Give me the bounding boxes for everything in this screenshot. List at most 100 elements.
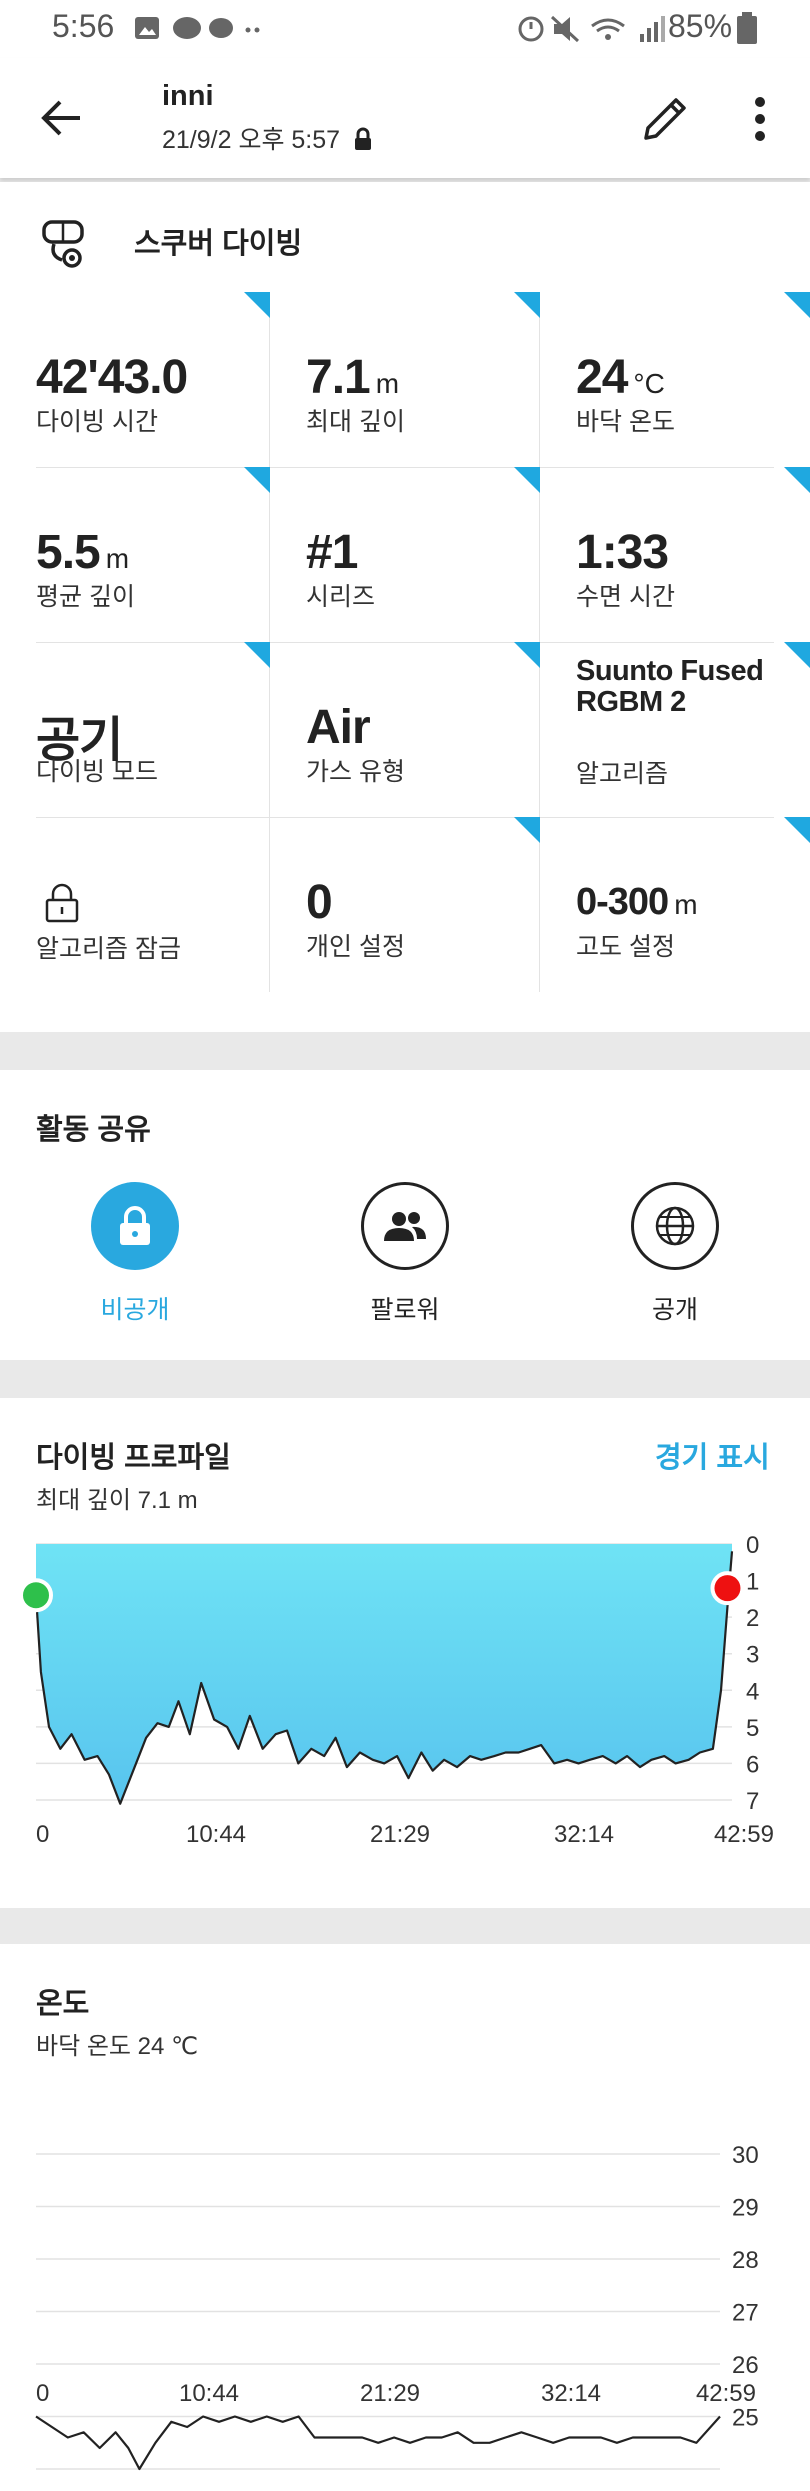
temp-axis-tick: 29 [732, 2195, 759, 2222]
time-axis-tick: 0 [36, 1821, 49, 1848]
stat-label: 평균 깊이 [36, 583, 135, 611]
temperature-subtitle: 바닥 온도 24 ℃ [36, 2033, 198, 2060]
stat-altitude-setting[interactable]: 0-300 m 고도 설정 [540, 817, 810, 992]
depth-axis-tick: 3 [746, 1642, 759, 1669]
profile-subtitle: 최대 깊이 7.1 m [36, 1487, 198, 1514]
stat-dive-mode[interactable]: 공기 다이빙 모드 [0, 642, 270, 817]
stat-value: 42'43.0 [36, 351, 188, 404]
app-bar: inni 21/9/2 오후 5:57 [0, 58, 810, 178]
stat-value: 7.1 m [306, 351, 400, 404]
share-private-circle [91, 1182, 179, 1270]
depth-axis-tick: 4 [746, 1678, 759, 1705]
activity-date: 21/9/2 오후 5:57 [162, 120, 373, 156]
stat-surface-time[interactable]: 1:33 수면 시간 [540, 467, 810, 642]
depth-axis-tick: 2 [746, 1605, 759, 1632]
stat-corner-marker [784, 292, 810, 318]
activity-datetime: 21/9/2 오후 5:57 [162, 126, 341, 154]
share-option-followers[interactable]: 팔로워 [305, 1182, 505, 1326]
stat-max-depth[interactable]: 7.1 m 최대 깊이 [270, 292, 540, 467]
share-option-private[interactable]: 비공개 [35, 1182, 235, 1326]
depth-axis-tick: 1 [746, 1569, 759, 1596]
stats-grid: 42'43.0 다이빙 시간 7.1 m 최대 깊이 24 °C 바닥 온도 5.5… [0, 292, 810, 992]
lock-icon [355, 127, 372, 150]
activity-share-card: 활동 공유 비공개 팔로워 공개 [0, 1070, 810, 1360]
time-axis-tick: 42:59 [714, 1821, 774, 1848]
dive-depth-chart[interactable]: 0 1 2 3 4 5 6 7 0 10:44 21:29 32:14 42:59 [0, 1528, 810, 1868]
stat-value: Suunto Fused RGBM 2 [576, 655, 764, 718]
activity-owner-name: inni [162, 80, 214, 112]
status-time: 5:56 [52, 8, 115, 44]
stat-value: 0 [306, 876, 333, 929]
share-label: 비공개 [100, 1296, 170, 1324]
temp-line [35, 2415, 721, 2471]
stat-value: 5.5 m [36, 526, 130, 579]
stat-value: 0-300 m [576, 881, 698, 923]
scuba-mask-icon [42, 220, 84, 268]
globe-icon [655, 1206, 695, 1246]
stat-corner-marker [514, 817, 540, 843]
time-axis-tick: 32:14 [554, 1821, 614, 1848]
time-axis-tick: 0 [36, 2380, 49, 2407]
temp-axis-tick: 26 [732, 2352, 759, 2379]
stat-algorithm-lock[interactable]: 알고리즘 잠금 [0, 817, 270, 992]
stat-dive-time[interactable]: 42'43.0 다이빙 시간 [0, 292, 270, 467]
stat-personal-setting[interactable]: 0 개인 설정 [270, 817, 540, 992]
share-public-circle [631, 1182, 719, 1270]
edit-pencil-icon[interactable] [640, 92, 692, 144]
temperature-card: 온도 바닥 온도 24 ℃ 25 26 27 28 29 30 0 10:44 21:29 32:… [0, 1944, 810, 2491]
padlock-icon [45, 883, 79, 923]
stat-corner-marker [514, 642, 540, 668]
stat-series[interactable]: #1 시리즈 [270, 467, 540, 642]
battery-icon [737, 12, 757, 44]
lock-icon [120, 1206, 150, 1245]
stat-value: 24 °C [576, 351, 665, 404]
stat-algorithm[interactable]: Suunto Fused RGBM 2 알고리즘 [540, 642, 810, 817]
dive-end-marker [710, 1571, 745, 1606]
time-axis-tick: 32:14 [541, 2380, 601, 2407]
stat-corner-marker [784, 467, 810, 493]
stat-label: 알고리즘 잠금 [36, 935, 181, 963]
stat-value: Air [306, 701, 371, 754]
stat-corner-marker [514, 467, 540, 493]
stat-label: 수면 시간 [576, 583, 675, 611]
share-option-public[interactable]: 공개 [575, 1182, 775, 1326]
depth-axis-tick: 7 [746, 1788, 759, 1815]
stat-corner-marker [244, 292, 270, 318]
stat-corner-marker [514, 292, 540, 318]
dive-profile-card: 다이빙 프로파일 경기 표시 최대 깊이 7.1 m 0 1 2 3 4 5 6 7 0 10:4… [0, 1398, 810, 1908]
depth-axis-tick: 0 [746, 1532, 759, 1559]
temp-axis-tick: 30 [732, 2142, 759, 2169]
depth-axis-tick: 6 [746, 1751, 759, 1778]
dive-start-marker [19, 1578, 53, 1613]
temperature-chart[interactable]: 25 26 27 28 29 30 0 10:44 21:29 32:14 42:59 [0, 2094, 810, 2491]
stat-value: 1:33 [576, 526, 669, 579]
stat-bottom-temp[interactable]: 24 °C 바닥 온도 [540, 292, 810, 467]
stat-avg-depth[interactable]: 5.5 m 평균 깊이 [0, 467, 270, 642]
time-axis-tick: 10:44 [186, 1821, 246, 1848]
back-arrow-icon[interactable] [40, 96, 84, 140]
show-race-link[interactable]: 경기 표시 [655, 1434, 770, 1476]
time-axis-tick: 10:44 [179, 2380, 239, 2407]
temp-axis-tick: 27 [732, 2300, 759, 2327]
share-followers-circle [361, 1182, 449, 1270]
share-title: 활동 공유 [36, 1114, 151, 1146]
stat-label: 알고리즘 [576, 760, 669, 788]
stat-label: 개인 설정 [306, 933, 405, 961]
profile-title: 다이빙 프로파일 [36, 1442, 231, 1474]
more-options-icon[interactable] [748, 94, 772, 144]
time-axis-tick: 42:59 [696, 2380, 756, 2407]
stat-corner-marker [244, 467, 270, 493]
notification-icons [135, 17, 260, 39]
stat-corner-marker [244, 642, 270, 668]
stat-gas-type[interactable]: Air 가스 유형 [270, 642, 540, 817]
depth-area [36, 1544, 732, 1804]
time-axis-tick: 21:29 [370, 1821, 430, 1848]
stat-label: 시리즈 [306, 583, 376, 611]
depth-axis-tick: 5 [746, 1715, 759, 1742]
time-axis-tick: 21:29 [360, 2380, 420, 2407]
stat-label: 바닥 온도 [576, 408, 675, 436]
stat-label: 최대 깊이 [306, 408, 405, 436]
followers-icon [384, 1212, 426, 1241]
stat-label: 다이빙 시간 [36, 408, 158, 436]
stat-label: 고도 설정 [576, 933, 675, 961]
